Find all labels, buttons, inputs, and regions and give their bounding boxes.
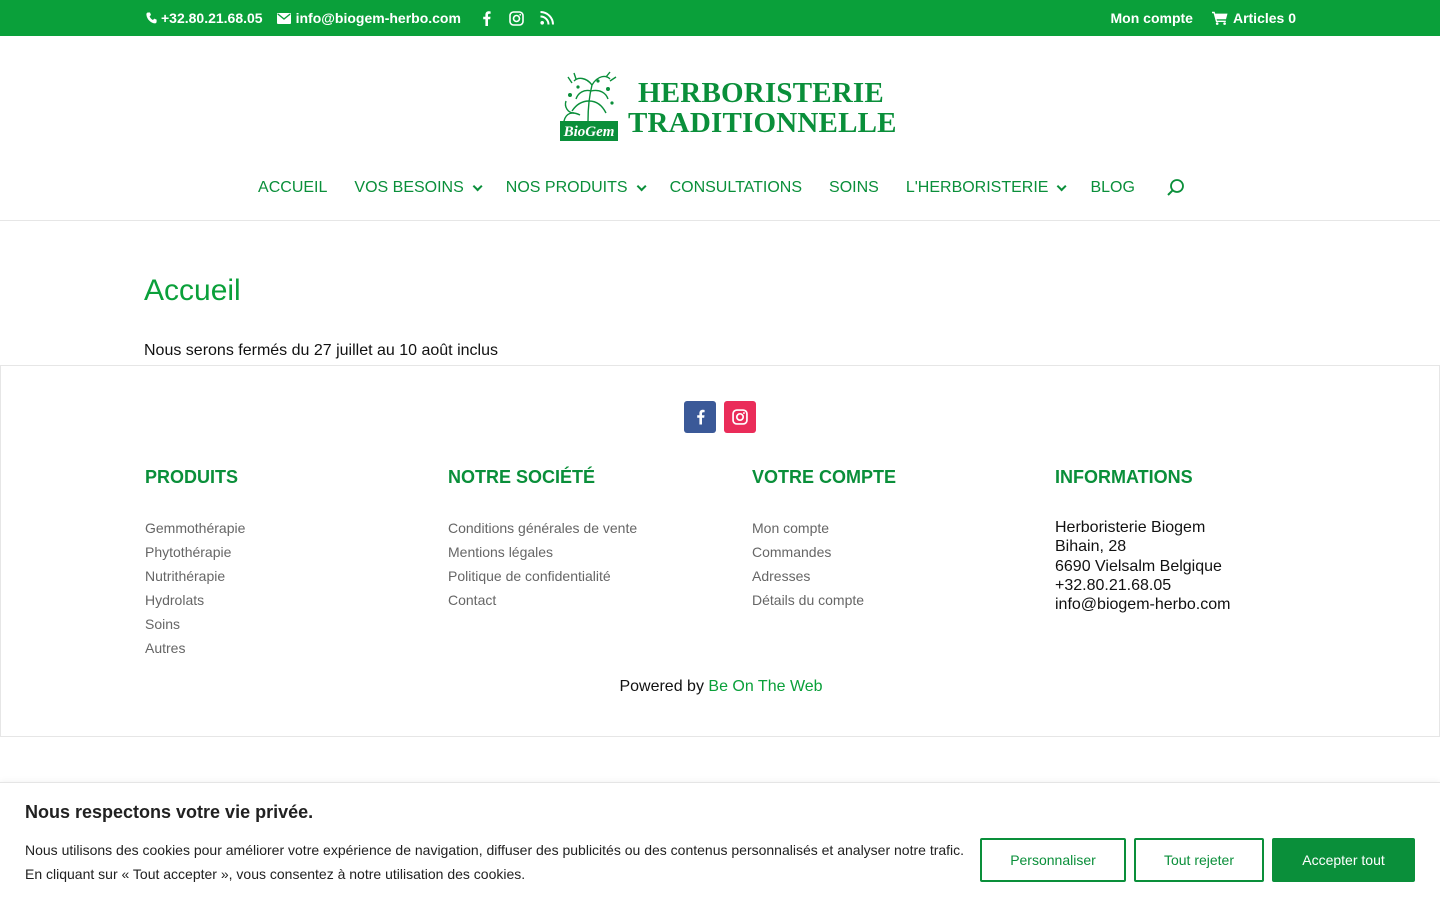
site-logo[interactable]: BioGem HERBORISTERIE TRADITIONNELLE bbox=[558, 71, 897, 145]
search-icon[interactable] bbox=[1166, 178, 1186, 198]
facebook-icon bbox=[696, 409, 705, 425]
top-bar: +32.80.21.68.05 info@biogem-herbo.com Mo… bbox=[0, 0, 1440, 36]
nav-item-label: CONSULTATIONS bbox=[669, 179, 803, 196]
nav-item-label: L'HERBORISTERIE bbox=[905, 179, 1049, 196]
nav-item-label: BLOG bbox=[1090, 179, 1135, 196]
footer-col-produits: PRODUITS Gemmothérapie Phytothérapie Nut… bbox=[145, 467, 245, 660]
logo-text: HERBORISTERIE TRADITIONNELLE bbox=[628, 78, 897, 138]
cookie-text: Nous utilisons des cookies pour améliore… bbox=[25, 838, 975, 886]
main-nav: ACCUEIL VOS BESOINS NOS PRODUITS CONSULT… bbox=[0, 176, 1440, 200]
cookie-accept-button[interactable]: Accepter tout bbox=[1272, 838, 1415, 882]
info-email: info@biogem-herbo.com bbox=[1055, 596, 1231, 614]
cookie-personalize-button[interactable]: Personnaliser bbox=[980, 838, 1126, 882]
powered-by-prefix: Powered by bbox=[619, 678, 704, 695]
top-bar-contact: +32.80.21.68.05 info@biogem-herbo.com bbox=[145, 0, 555, 36]
site-footer: PRODUITS Gemmothérapie Phytothérapie Nut… bbox=[0, 365, 1440, 737]
footer-instagram-button[interactable] bbox=[724, 401, 756, 433]
phone-text: +32.80.21.68.05 bbox=[161, 10, 263, 26]
info-street: Bihain, 28 bbox=[1055, 538, 1127, 556]
phone-link[interactable]: +32.80.21.68.05 bbox=[145, 10, 263, 26]
footer-col-title: NOTRE SOCIÉTÉ bbox=[448, 467, 596, 487]
footer-link-mon-compte[interactable]: Mon compte bbox=[752, 516, 896, 540]
cookie-text-line-2: En cliquant sur « Tout accepter », vous … bbox=[25, 866, 526, 882]
closure-notice: Nous serons fermés du 27 juillet au 10 a… bbox=[144, 342, 498, 359]
footer-facebook-button[interactable] bbox=[684, 401, 716, 433]
facebook-icon bbox=[479, 10, 495, 26]
footer-link-nutritherapie[interactable]: Nutrithérapie bbox=[145, 564, 245, 588]
footer-link-phytotherapie[interactable]: Phytothérapie bbox=[145, 540, 245, 564]
svg-text:BioGem: BioGem bbox=[563, 124, 615, 140]
chevron-down-icon bbox=[1057, 180, 1068, 191]
footer-link-gemmotherapie[interactable]: Gemmothérapie bbox=[145, 516, 245, 540]
nav-item-herboristerie[interactable]: L'HERBORISTERIE bbox=[905, 179, 1068, 197]
envelope-icon bbox=[277, 10, 292, 26]
nav-item-soins[interactable]: SOINS bbox=[829, 179, 879, 197]
nav-item-vos-besoins[interactable]: VOS BESOINS bbox=[354, 179, 483, 197]
nav-item-blog[interactable]: BLOG bbox=[1090, 179, 1134, 197]
instagram-icon bbox=[509, 10, 525, 26]
footer-col-title: INFORMATIONS bbox=[1055, 467, 1193, 487]
cookie-title: Nous respectons votre vie privée. bbox=[25, 802, 314, 822]
logo-line-1: HERBORISTERIE bbox=[638, 77, 884, 109]
footer-link-confidentialite[interactable]: Politique de confidentialité bbox=[448, 564, 637, 588]
footer-link-hydrolats[interactable]: Hydrolats bbox=[145, 588, 245, 612]
plant-emblem-icon: BioGem bbox=[558, 71, 620, 145]
cookie-reject-button[interactable]: Tout rejeter bbox=[1134, 838, 1264, 882]
footer-col-title: VOTRE COMPTE bbox=[752, 467, 897, 487]
main-nav-list: ACCUEIL VOS BESOINS NOS PRODUITS CONSULT… bbox=[258, 178, 1186, 198]
email-text: info@biogem-herbo.com bbox=[295, 10, 461, 26]
cookie-text-line-1: Nous utilisons des cookies pour améliore… bbox=[25, 842, 965, 858]
nav-item-label: NOS PRODUITS bbox=[505, 179, 628, 196]
cookie-banner: Nous respectons votre vie privée. Nous u… bbox=[0, 782, 1440, 900]
site-header: BioGem HERBORISTERIE TRADITIONNELLE ACCU… bbox=[0, 36, 1440, 221]
rss-icon bbox=[539, 10, 555, 26]
footer-col-title: PRODUITS bbox=[145, 467, 239, 487]
footer-link-mentions-legales[interactable]: Mentions légales bbox=[448, 540, 637, 564]
footer-link-cgv[interactable]: Conditions générales de vente bbox=[448, 516, 637, 540]
instagram-icon bbox=[732, 409, 748, 425]
instagram-link[interactable] bbox=[509, 10, 525, 26]
cart-icon bbox=[1211, 10, 1229, 26]
footer-socials bbox=[684, 401, 756, 433]
nav-item-label: SOINS bbox=[829, 179, 879, 196]
email-link[interactable]: info@biogem-herbo.com bbox=[277, 10, 461, 26]
footer-link-soins[interactable]: Soins bbox=[145, 612, 245, 636]
nav-item-label: VOS BESOINS bbox=[354, 179, 464, 196]
chevron-down-icon bbox=[472, 180, 483, 191]
footer-link-autres[interactable]: Autres bbox=[145, 636, 245, 660]
footer-col-societe: NOTRE SOCIÉTÉ Conditions générales de ve… bbox=[448, 467, 637, 612]
cart-link[interactable]: Articles 0 bbox=[1211, 10, 1296, 26]
rss-link[interactable] bbox=[539, 10, 555, 26]
nav-item-accueil[interactable]: ACCUEIL bbox=[258, 179, 327, 197]
nav-item-label: ACCUEIL bbox=[258, 179, 328, 196]
logo-line-2: TRADITIONNELLE bbox=[628, 107, 897, 139]
page-title: Accueil bbox=[144, 274, 241, 307]
phone-icon bbox=[145, 10, 157, 26]
cart-text: Articles 0 bbox=[1232, 10, 1296, 26]
info-company: Herboristerie Biogem bbox=[1055, 519, 1206, 536]
chevron-down-icon bbox=[636, 180, 647, 191]
footer-col-informations: INFORMATIONS Herboristerie Biogem Bihain… bbox=[1055, 467, 1230, 614]
nav-item-consultations[interactable]: CONSULTATIONS bbox=[670, 179, 802, 197]
footer-link-adresses[interactable]: Adresses bbox=[752, 564, 896, 588]
top-bar-account: Mon compte Articles 0 bbox=[1111, 0, 1297, 36]
info-city: 6690 Vielsalm Belgique bbox=[1055, 557, 1222, 575]
footer-link-commandes[interactable]: Commandes bbox=[752, 540, 896, 564]
footer-col-compte: VOTRE COMPTE Mon compte Commandes Adress… bbox=[752, 467, 896, 612]
account-link[interactable]: Mon compte bbox=[1111, 10, 1193, 26]
facebook-link[interactable] bbox=[479, 10, 495, 26]
footer-link-details-compte[interactable]: Détails du compte bbox=[752, 588, 896, 612]
powered-by: Powered by Be On The Web bbox=[1, 678, 1440, 696]
nav-item-nos-produits[interactable]: NOS PRODUITS bbox=[505, 179, 647, 197]
info-phone: +32.80.21.68.05 bbox=[1055, 576, 1172, 594]
powered-by-link[interactable]: Be On The Web bbox=[708, 678, 822, 695]
footer-link-contact[interactable]: Contact bbox=[448, 588, 637, 612]
